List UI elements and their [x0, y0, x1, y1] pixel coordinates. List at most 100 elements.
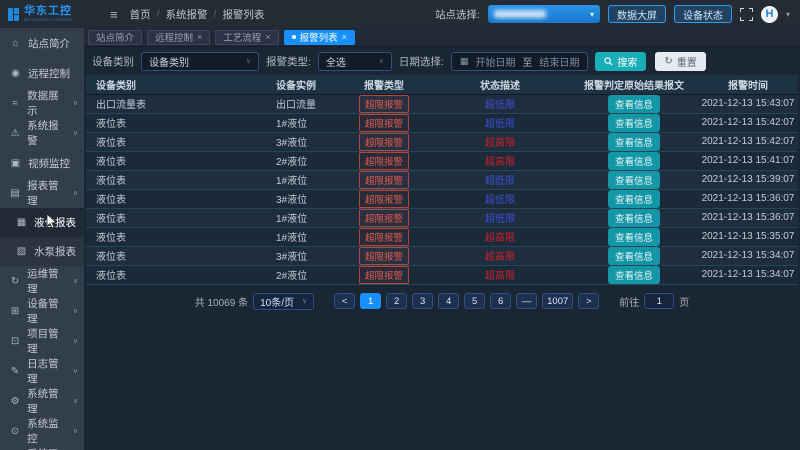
status-text[interactable]: 超高限 [485, 233, 515, 244]
fullscreen-icon[interactable] [740, 8, 753, 21]
sidebar-item-远程控制[interactable]: ◉远程控制 [0, 58, 84, 88]
tab-报警列表[interactable]: 报警列表× [284, 30, 355, 45]
view-info-button[interactable]: 查看信息 [608, 114, 660, 132]
cell-status-desc: 超低限 [430, 189, 570, 208]
tab-站点简介[interactable]: 站点简介 [88, 30, 142, 45]
avatar[interactable]: H [761, 6, 778, 23]
goto-page-input[interactable] [644, 293, 674, 309]
view-info-button[interactable]: 查看信息 [608, 171, 660, 189]
table-row: 出口流量表出口流量超限报警超低限查看信息2021-12-13 15:43:07 [86, 94, 798, 113]
sidebar-item-运维管理[interactable]: ↻运维管理∨ [0, 266, 84, 296]
sidebar-item-系统管理[interactable]: ⚙系统管理∨ [0, 386, 84, 416]
system-manage-icon: ⚙ [10, 396, 20, 407]
status-text[interactable]: 超低限 [485, 214, 515, 225]
page-button-6[interactable]: 6 [490, 293, 511, 309]
table-row: 液位表1#液位超限报警超高限查看信息2021-12-13 15:35:07 [86, 227, 798, 246]
view-info-button[interactable]: 查看信息 [608, 266, 660, 284]
site-select-dropdown[interactable]: ▾ [488, 5, 600, 23]
close-icon[interactable]: × [342, 32, 347, 42]
tab-工艺流程[interactable]: 工艺流程× [215, 30, 278, 45]
sidebar-item-label: 视频监控 [28, 156, 70, 171]
next-page-button[interactable]: > [578, 293, 599, 309]
goto-label: 前往 [619, 294, 639, 309]
search-icon [604, 57, 613, 66]
sidebar-item-系统监控[interactable]: ⊙系统监控∨ [0, 416, 84, 446]
page-button-1007[interactable]: 1007 [542, 293, 573, 309]
tab-远程控制[interactable]: 远程控制× [147, 30, 210, 45]
close-icon[interactable]: × [197, 32, 202, 42]
search-button[interactable]: 搜索 [595, 52, 646, 71]
system-monitor-icon: ⊙ [10, 426, 20, 437]
cell-status-desc: 超低限 [430, 170, 570, 189]
device-category-select[interactable]: 设备类别 ∨ [141, 52, 259, 71]
sidebar-item-系统工具[interactable]: ⊠系统工具∨ [0, 446, 84, 450]
sidebar-item-日志管理[interactable]: ✎日志管理∨ [0, 356, 84, 386]
close-icon[interactable]: × [265, 32, 270, 42]
cell-status-desc: 超低限 [430, 94, 570, 113]
view-info-button[interactable]: 查看信息 [608, 247, 660, 265]
top-bar: 华东工控 HD INDUSTRY CONTROL ≡ 首页 / 系统报警 / 报… [0, 0, 800, 28]
breadcrumb-alarm-list[interactable]: 报警列表 [222, 7, 264, 22]
device-status-button[interactable]: 设备状态 [674, 5, 732, 23]
avatar-chevron-down-icon[interactable]: ▾ [786, 10, 790, 19]
chevron-down-icon: ∨ [73, 99, 78, 107]
sidebar-item-设备管理[interactable]: ⊞设备管理∨ [0, 296, 84, 326]
view-info-button[interactable]: 查看信息 [608, 95, 660, 113]
device-category-label: 设备类别 [92, 54, 134, 69]
site-intro-icon: ⌂ [10, 38, 21, 49]
header-alarm-type: 报警类型 [338, 75, 430, 94]
sidebar: ⌂站点简介◉远程控制≈数据展示∨⚠系统报警∨▣视频监控▤报表管理∧▦液位报表▨水… [0, 28, 84, 450]
page-button-4[interactable]: 4 [438, 293, 459, 309]
page-button-5[interactable]: 5 [464, 293, 485, 309]
breadcrumb-system-alarm[interactable]: 系统报警 [166, 7, 208, 22]
big-screen-button[interactable]: 数据大屏 [608, 5, 666, 23]
alarm-table: 设备类别 设备实例 报警类型 状态描述 报警判定原始结果报文 报警时间 出口流量… [86, 75, 798, 285]
chevron-down-icon: ∨ [73, 337, 78, 345]
status-text[interactable]: 超低限 [485, 176, 515, 187]
view-info-button[interactable]: 查看信息 [608, 228, 660, 246]
sidebar-item-报表管理[interactable]: ▤报表管理∧ [0, 178, 84, 208]
cell-status-desc: 超低限 [430, 113, 570, 132]
status-text[interactable]: 超低限 [485, 100, 515, 111]
alarm-type-badge: 超限报警 [359, 209, 409, 227]
alarm-type-badge: 超限报警 [359, 228, 409, 246]
status-text[interactable]: 超低限 [485, 119, 515, 130]
sidebar-subitem-液位报表[interactable]: ▦液位报表 [0, 208, 84, 237]
table-row: 液位表3#液位超限报警超高限查看信息2021-12-13 15:42:07 [86, 132, 798, 151]
device-category-value: 设备类别 [149, 54, 189, 69]
status-text[interactable]: 超高限 [485, 157, 515, 168]
prev-page-button[interactable]: < [334, 293, 355, 309]
header-device-category: 设备类别 [86, 75, 266, 94]
report-manage-icon: ▤ [10, 188, 20, 199]
view-info-button[interactable]: 查看信息 [608, 152, 660, 170]
view-info-button[interactable]: 查看信息 [608, 190, 660, 208]
reset-button[interactable]: ↻ 重置 [655, 52, 705, 71]
sidebar-subitem-水泵报表[interactable]: ▨水泵报表 [0, 237, 84, 266]
status-text[interactable]: 超低限 [485, 195, 515, 206]
page-button-2[interactable]: 2 [386, 293, 407, 309]
sidebar-item-数据展示[interactable]: ≈数据展示∨ [0, 88, 84, 118]
view-info-button[interactable]: 查看信息 [608, 209, 660, 227]
cell-alarm-time: 2021-12-13 15:35:07 [698, 227, 798, 246]
end-date-placeholder: 结束日期 [539, 54, 579, 69]
status-text[interactable]: 超高限 [485, 271, 515, 282]
sidebar-item-视频监控[interactable]: ▣视频监控 [0, 148, 84, 178]
header-alarm-time: 报警时间 [698, 75, 798, 94]
collapse-menu-icon[interactable]: ≡ [110, 7, 118, 22]
page-size-select[interactable]: 10条/页 ∨ [253, 293, 314, 310]
status-text[interactable]: 超高限 [485, 138, 515, 149]
view-info-button[interactable]: 查看信息 [608, 133, 660, 151]
cell-device-category: 液位表 [86, 113, 266, 132]
breadcrumb-home[interactable]: 首页 [130, 7, 151, 22]
date-range-input[interactable]: ▦ 开始日期 至 结束日期 [451, 52, 589, 71]
table-row: 液位表1#液位超限报警超低限查看信息2021-12-13 15:42:07 [86, 113, 798, 132]
page-button-3[interactable]: 3 [412, 293, 433, 309]
alarm-type-select[interactable]: 全选 ∨ [318, 52, 392, 71]
cell-device-category: 液位表 [86, 132, 266, 151]
sidebar-item-站点简介[interactable]: ⌂站点简介 [0, 28, 84, 58]
sidebar-item-项目管理[interactable]: ⊡项目管理∨ [0, 326, 84, 356]
status-text[interactable]: 超高限 [485, 252, 515, 263]
sidebar-item-系统报警[interactable]: ⚠系统报警∨ [0, 118, 84, 148]
page-button-1[interactable]: 1 [360, 293, 381, 309]
sidebar-item-label: 系统监控 [27, 416, 66, 446]
